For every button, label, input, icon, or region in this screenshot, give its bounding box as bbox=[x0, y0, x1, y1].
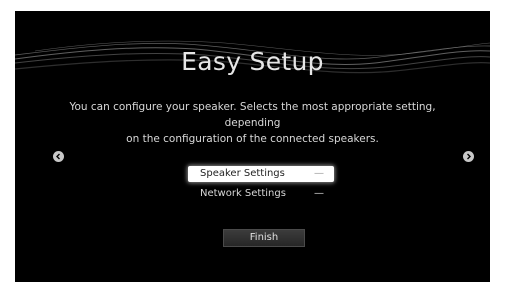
speaker-settings-item[interactable]: Speaker Settings — bbox=[188, 166, 334, 182]
menu-item-value: — bbox=[314, 168, 324, 179]
finish-button[interactable]: Finish bbox=[223, 229, 305, 247]
description-line: on the configuration of the connected sp… bbox=[126, 133, 379, 145]
chevron-left-circle-icon[interactable] bbox=[53, 151, 64, 162]
chevron-right-circle-icon[interactable] bbox=[463, 151, 474, 162]
description-line: You can configure your speaker. Selects … bbox=[69, 101, 436, 129]
menu-item-label: Speaker Settings bbox=[200, 168, 285, 179]
network-settings-item[interactable]: Network Settings — bbox=[188, 186, 334, 202]
page-title: Easy Setup bbox=[181, 47, 324, 76]
easy-setup-screen: Easy Setup You can configure your speake… bbox=[15, 11, 490, 282]
menu-item-label: Network Settings bbox=[200, 188, 286, 199]
setup-description: You can configure your speaker. Selects … bbox=[50, 99, 455, 147]
menu-item-value: — bbox=[314, 188, 324, 199]
